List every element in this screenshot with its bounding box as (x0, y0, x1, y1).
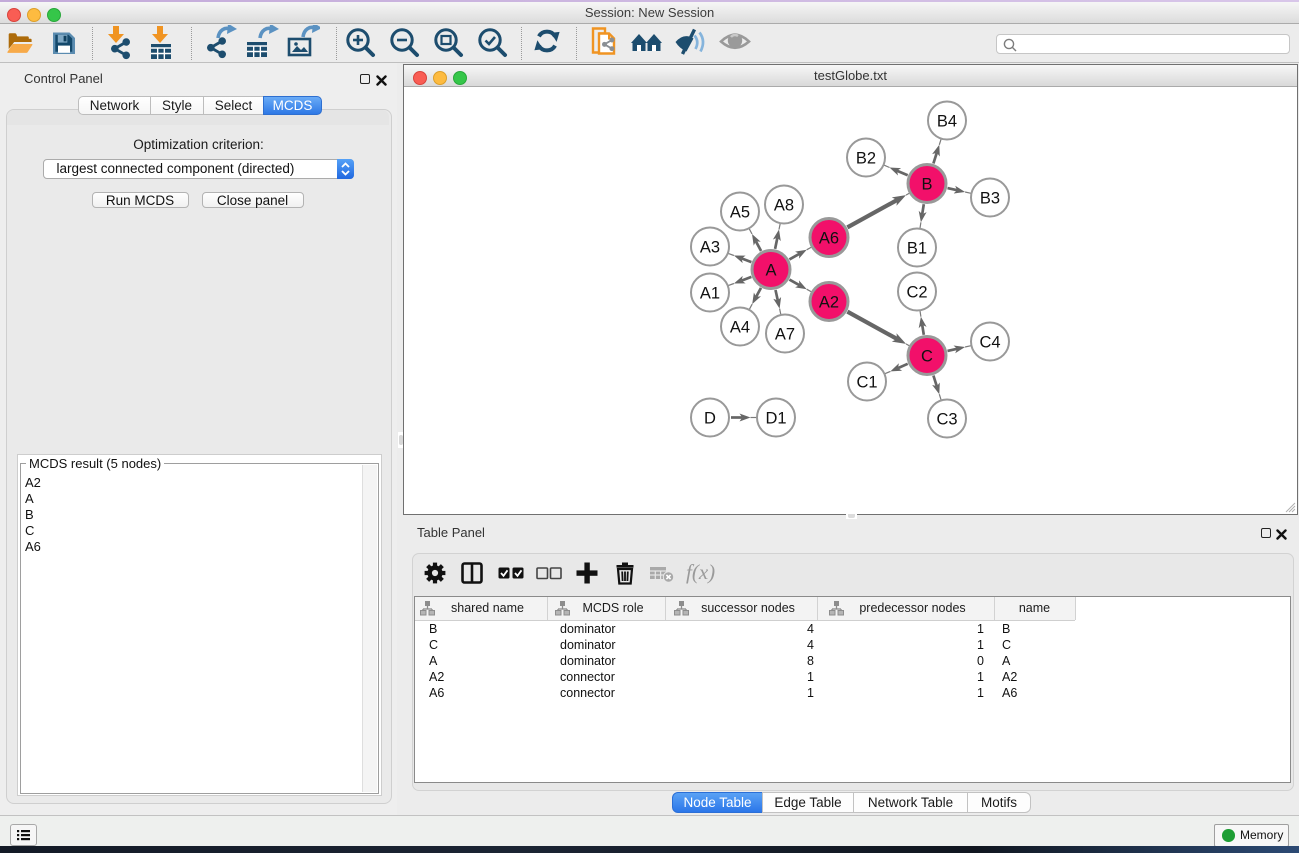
svg-text:A4: A4 (730, 318, 750, 336)
svg-text:A7: A7 (775, 325, 795, 343)
svg-text:B3: B3 (980, 189, 1000, 207)
svg-text:B1: B1 (907, 239, 927, 257)
svg-text:A1: A1 (700, 284, 720, 302)
svg-text:A2: A2 (819, 293, 839, 311)
svg-text:D1: D1 (765, 409, 786, 427)
svg-text:B4: B4 (937, 112, 957, 130)
svg-text:A8: A8 (774, 196, 794, 214)
svg-text:A5: A5 (730, 203, 750, 221)
svg-text:C2: C2 (906, 283, 927, 301)
svg-text:C1: C1 (856, 373, 877, 391)
svg-text:C: C (921, 347, 933, 365)
svg-text:C3: C3 (936, 410, 957, 428)
svg-text:B2: B2 (856, 149, 876, 167)
svg-text:A6: A6 (819, 229, 839, 247)
svg-text:C4: C4 (979, 333, 1000, 351)
svg-text:D: D (704, 409, 716, 427)
svg-text:A3: A3 (700, 238, 720, 256)
svg-text:B: B (921, 175, 932, 193)
svg-text:A: A (765, 261, 776, 279)
